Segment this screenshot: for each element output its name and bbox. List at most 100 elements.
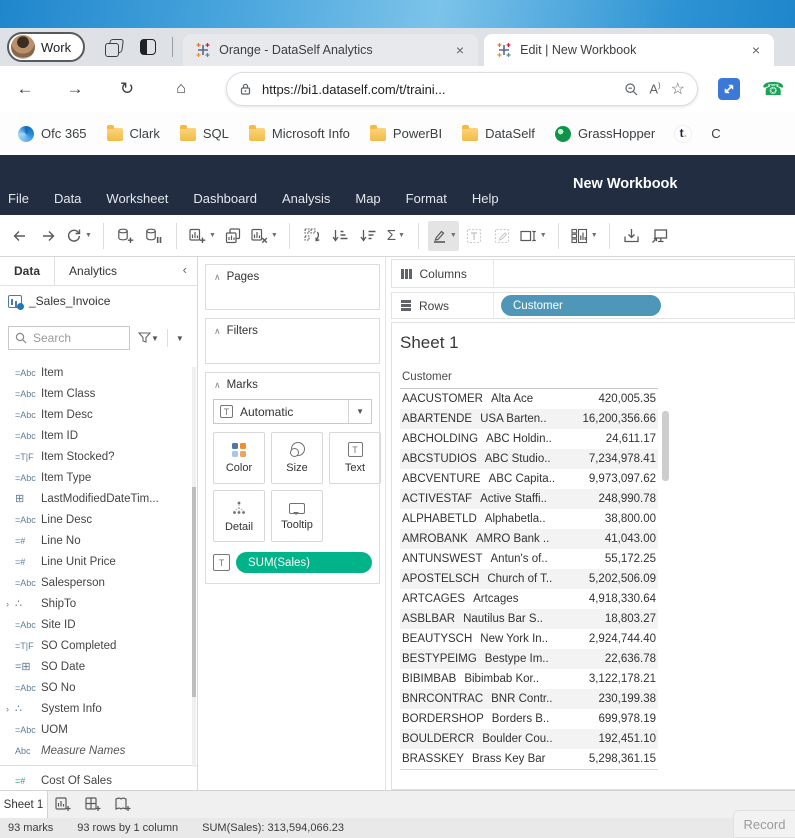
show-cards-button[interactable]: ▼ (568, 221, 600, 251)
chevron-down-icon[interactable]: ▼ (540, 232, 547, 239)
browser-tab-orange[interactable]: Orange - DataSelf Analytics × (183, 34, 478, 66)
bookmark-clark[interactable]: Clark (101, 122, 166, 145)
table-row[interactable]: APOSTELSCHChurch of T..5,202,506.09 (400, 569, 658, 589)
vertical-tabs-icon[interactable] (140, 39, 156, 55)
bookmark-sql[interactable]: SQL (174, 122, 235, 145)
table-row[interactable]: ACTIVESTAFActive Staffi..248,990.78 (400, 489, 658, 509)
rows-shelf[interactable]: Rows Customer (391, 292, 795, 319)
extension-icon[interactable] (718, 78, 740, 100)
browser-tab-edit-workbook[interactable]: Edit | New Workbook × (484, 34, 774, 66)
field-so-no[interactable]: =AbcSO No (0, 677, 197, 698)
collapse-chevron-icon[interactable]: ∧ (214, 272, 221, 282)
workspaces-icon[interactable] (105, 39, 122, 56)
field-lastmodifieddatetim-[interactable]: ⊞LastModifiedDateTim... (0, 488, 197, 509)
field-salesperson[interactable]: =AbcSalesperson (0, 572, 197, 593)
table-row[interactable]: BOULDERCRBoulder Cou..192,451.10 (400, 729, 658, 749)
sum-sales-pill[interactable]: SUM(Sales) (236, 552, 372, 573)
table-scrollbar[interactable] (662, 411, 669, 481)
sheet-tab-sheet1[interactable]: Sheet 1 (0, 791, 48, 818)
favorite-star-icon[interactable]: ☆ (671, 79, 685, 99)
table-row[interactable]: AMROBANKAMRO Bank ..41,043.00 (400, 529, 658, 549)
phone-icon[interactable]: ☎ (762, 79, 784, 100)
refresh-icon[interactable]: ↻ (110, 79, 144, 99)
field-uom[interactable]: =AbcUOM (0, 719, 197, 740)
table-row[interactable]: BRASSKEYBrass Key Bar5,298,361.15 (400, 749, 658, 769)
field-item-desc[interactable]: =AbcItem Desc (0, 404, 197, 425)
text-button[interactable]: T Text (329, 432, 381, 484)
undo-button[interactable] (7, 221, 33, 251)
search-input[interactable]: Search (8, 326, 130, 350)
field-line-desc[interactable]: =AbcLine Desc (0, 509, 197, 530)
bookmark-grasshopper[interactable]: GrassHopper (549, 122, 661, 146)
home-icon[interactable]: ⌂ (164, 80, 198, 98)
table-row[interactable]: ABCHOLDINGABC Holdin..24,611.17 (400, 429, 658, 449)
fit-button[interactable]: ▼ (517, 221, 549, 251)
tab-data[interactable]: Data (0, 257, 55, 285)
chevron-down-icon[interactable]: ▼ (85, 232, 92, 239)
table-row[interactable]: ANTUNSWESTAntun's of..55,172.25 (400, 549, 658, 569)
browser-profile-button[interactable]: Work (7, 32, 85, 62)
table-row[interactable]: BORDERSHOPBorders B..699,978.19 (400, 709, 658, 729)
presentation-button[interactable] (647, 221, 673, 251)
chevron-down-icon[interactable]: ▼ (348, 400, 371, 423)
address-bar[interactable]: https://bi1.dataself.com/t/traini... A) … (226, 72, 698, 106)
table-row[interactable]: ABARTENDEUSA Barten..16,200,356.66 (400, 409, 658, 429)
sort-descending-button[interactable] (355, 221, 381, 251)
field-item-class[interactable]: =AbcItem Class (0, 383, 197, 404)
filter-fields-icon[interactable]: ▼ (138, 332, 159, 344)
menu-help[interactable]: Help (472, 191, 499, 206)
field-shipto[interactable]: ›∴ShipTo (0, 593, 197, 614)
tab-close-icon[interactable]: × (748, 42, 764, 58)
field-item-type[interactable]: =AbcItem Type (0, 467, 197, 488)
table-row[interactable]: ABCSTUDIOSABC Studio..7,234,978.41 (400, 449, 658, 469)
totals-button[interactable]: Σ▼ (383, 221, 409, 251)
menu-data[interactable]: Data (54, 191, 81, 206)
mark-type-dropdown[interactable]: T Automatic ▼ (213, 399, 372, 424)
field-line-unit-price[interactable]: =#Line Unit Price (0, 551, 197, 572)
expand-icon[interactable]: › (6, 599, 15, 609)
bookmark-dataself[interactable]: DataSelf (456, 122, 541, 145)
collapse-pane-icon[interactable]: ‹ (183, 257, 197, 285)
read-aloud-icon[interactable]: A) (649, 81, 660, 96)
sort-ascending-button[interactable] (327, 221, 353, 251)
filters-shelf[interactable]: ∧Filters (205, 318, 380, 364)
field-so-completed[interactable]: =T|FSO Completed (0, 635, 197, 656)
swap-axes-button[interactable] (299, 221, 325, 251)
table-row[interactable]: BIBIMBABBibimbab Kor..3,122,178.21 (400, 669, 658, 689)
url-text[interactable]: https://bi1.dataself.com/t/traini... (262, 82, 614, 97)
new-datasource-button[interactable] (113, 221, 139, 251)
color-button[interactable]: Color (213, 432, 265, 484)
zoom-out-icon[interactable] (624, 82, 639, 97)
menu-dashboard[interactable]: Dashboard (193, 191, 257, 206)
table-row[interactable]: AACUSTOMERAlta Ace420,005.35 (400, 389, 658, 409)
back-icon[interactable]: ← (8, 79, 42, 99)
field-line-no[interactable]: =#Line No (0, 530, 197, 551)
lock-icon[interactable] (239, 82, 252, 96)
chevron-down-icon[interactable]: ▼ (450, 232, 457, 239)
tab-analytics[interactable]: Analytics (55, 257, 131, 285)
bookmark-powerbi[interactable]: PowerBI (364, 122, 448, 145)
field-item[interactable]: =AbcItem (0, 362, 197, 383)
detail-button[interactable]: Detail (213, 490, 265, 542)
datasource-item[interactable]: _Sales_Invoice (0, 286, 197, 316)
redo-button[interactable] (35, 221, 61, 251)
columns-shelf[interactable]: Columns (391, 259, 795, 288)
collapse-chevron-icon[interactable]: ∧ (214, 380, 221, 390)
table-column-header[interactable]: Customer (400, 368, 658, 389)
new-worksheet-tab-icon[interactable] (48, 791, 78, 818)
expand-icon[interactable]: › (6, 704, 15, 714)
pause-updates-button[interactable] (141, 221, 167, 251)
bookmark-c[interactable]: C (705, 122, 726, 145)
table-row[interactable]: ABCVENTUREABC Capita..9,973,097.62 (400, 469, 658, 489)
record-overlay[interactable]: Record (733, 810, 795, 838)
tooltip-button[interactable]: Tooltip (271, 490, 323, 542)
view-options-icon[interactable]: ▼ (176, 334, 184, 343)
new-dashboard-icon[interactable] (78, 791, 108, 818)
field-item-id[interactable]: =AbcItem ID (0, 425, 197, 446)
chevron-down-icon[interactable]: ▼ (209, 232, 216, 239)
collapse-chevron-icon[interactable]: ∧ (214, 326, 221, 336)
download-button[interactable] (619, 221, 645, 251)
field-system-info[interactable]: ›∴System Info (0, 698, 197, 719)
new-story-icon[interactable] (108, 791, 138, 818)
field-site-id[interactable]: =AbcSite ID (0, 614, 197, 635)
